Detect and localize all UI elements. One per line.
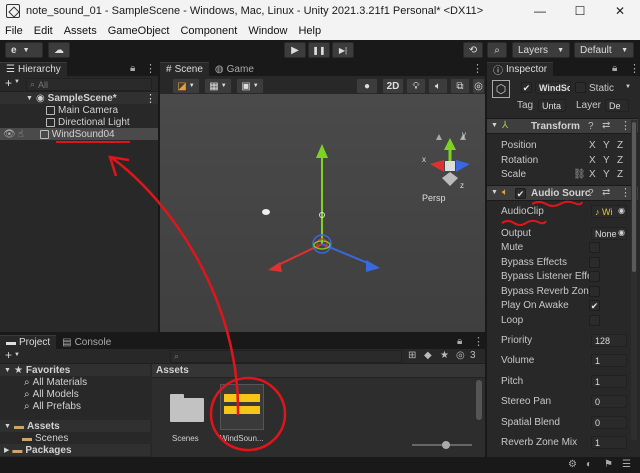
annotation-arrow [108,155,240,416]
